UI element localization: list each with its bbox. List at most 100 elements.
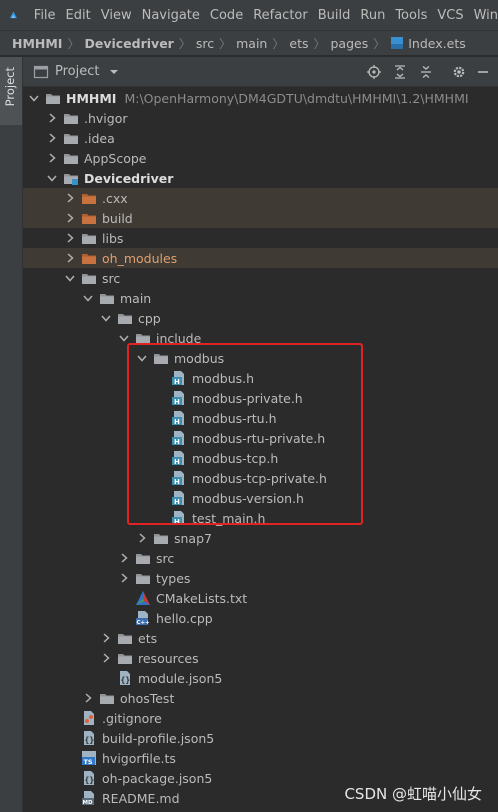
tree-row[interactable]: .gitignore [23, 708, 498, 728]
chevron-right-icon[interactable] [63, 231, 77, 245]
tree-row[interactable]: modbus [23, 348, 498, 368]
folder-icon [118, 314, 132, 324]
tree-row[interactable]: resources [23, 648, 498, 668]
breadcrumb-item[interactable]: src [196, 36, 214, 51]
tree-item-label: module.json5 [138, 670, 223, 686]
tree-row[interactable]: src [23, 548, 498, 568]
locate-icon[interactable] [366, 64, 382, 80]
breadcrumb-item[interactable]: main [236, 36, 267, 51]
menu-refactor[interactable]: Refactor [253, 8, 308, 23]
chevron-right-icon[interactable] [63, 211, 77, 225]
menu-navigate[interactable]: Navigate [142, 8, 200, 23]
tree-item-label: modbus-rtu.h [192, 410, 277, 426]
tree-row[interactable]: Hmodbus-version.h [23, 488, 498, 508]
breadcrumb: HMHMI 〉 Devicedriver 〉 src 〉 main 〉 ets … [0, 30, 498, 56]
ets-file-icon [391, 37, 404, 49]
project-tool-tab[interactable]: Project [0, 57, 22, 125]
chevron-right-icon[interactable] [63, 191, 77, 205]
tree-row[interactable]: C++ hello.cpp [23, 608, 498, 628]
spacer [63, 731, 77, 745]
tree-row[interactable]: main [23, 288, 498, 308]
tree-item-label: include [156, 330, 202, 346]
chevron-down-icon[interactable] [117, 331, 131, 345]
tree-row[interactable]: AppScope [23, 148, 498, 168]
chevron-down-icon[interactable] [109, 67, 119, 77]
tree-item-label: test_main.h [192, 510, 266, 526]
tree-row[interactable]: {} build-profile.json5 [23, 728, 498, 748]
tree-row[interactable]: Devicedriver [23, 168, 498, 188]
tree-row[interactable]: src [23, 268, 498, 288]
tree-row[interactable]: CMakeLists.txt [23, 588, 498, 608]
folder-icon [100, 694, 114, 704]
expand-all-icon[interactable] [392, 64, 408, 80]
chevron-down-icon[interactable] [135, 351, 149, 365]
breadcrumb-item[interactable]: pages [331, 36, 369, 51]
tree-row[interactable]: HMHMI M:\OpenHarmony\DM4GDTU\dmdtu\HMHMI\… [23, 88, 498, 108]
tree-row[interactable]: cpp [23, 308, 498, 328]
chevron-right-icon[interactable] [63, 251, 77, 265]
menu-run[interactable]: Run [360, 8, 385, 23]
chevron-down-icon[interactable] [63, 271, 77, 285]
breadcrumb-separator-icon: 〉 [373, 36, 386, 51]
chevron-right-icon[interactable] [45, 151, 59, 165]
breadcrumb-separator-icon: 〉 [272, 36, 285, 51]
tree-item-label: main [120, 290, 152, 306]
tree-row[interactable]: Hmodbus.h [23, 368, 498, 388]
tree-row[interactable]: Hmodbus-rtu.h [23, 408, 498, 428]
menu-edit[interactable]: Edit [66, 8, 91, 23]
tree-row[interactable]: TS hvigorfile.ts [23, 748, 498, 768]
folder-icon [64, 134, 78, 144]
spacer [63, 711, 77, 725]
breadcrumb-item[interactable]: ets [289, 36, 308, 51]
collapse-all-icon[interactable] [418, 64, 434, 80]
chevron-right-icon[interactable] [117, 571, 131, 585]
chevron-right-icon[interactable] [99, 651, 113, 665]
gear-icon[interactable] [451, 64, 467, 80]
header-file-icon: H [172, 371, 184, 386]
chevron-right-icon[interactable] [81, 691, 95, 705]
tree-row[interactable]: Hmodbus-private.h [23, 388, 498, 408]
spacer [153, 471, 167, 485]
tree-row[interactable]: oh_modules [23, 248, 498, 268]
tree-row[interactable]: Htest_main.h [23, 508, 498, 528]
folder-icon [100, 294, 114, 304]
tree-row[interactable]: .hvigor [23, 108, 498, 128]
panel-title[interactable]: Project [55, 64, 99, 79]
chevron-down-icon[interactable] [27, 91, 41, 105]
menu-build[interactable]: Build [318, 8, 351, 23]
menu-vcs[interactable]: VCS [437, 8, 463, 23]
minimize-icon[interactable] [475, 64, 491, 80]
menu-view[interactable]: View [101, 8, 132, 23]
chevron-right-icon[interactable] [45, 111, 59, 125]
tree-row[interactable]: types [23, 568, 498, 588]
tree-row[interactable]: ohosTest [23, 688, 498, 708]
breadcrumb-item[interactable]: Index.ets [408, 36, 466, 51]
menu-window[interactable]: Win [474, 8, 498, 23]
chevron-right-icon[interactable] [135, 531, 149, 545]
tree-row[interactable]: include [23, 328, 498, 348]
chevron-down-icon[interactable] [81, 291, 95, 305]
tree-row[interactable]: {} module.json5 [23, 668, 498, 688]
menu-tools[interactable]: Tools [395, 8, 427, 23]
tree-item-label: .gitignore [102, 710, 162, 726]
chevron-down-icon[interactable] [99, 311, 113, 325]
chevron-right-icon[interactable] [99, 631, 113, 645]
menu-file[interactable]: File [34, 8, 56, 23]
folder-icon [118, 634, 132, 644]
tree-row[interactable]: snap7 [23, 528, 498, 548]
tree-row[interactable]: .cxx [23, 188, 498, 208]
chevron-down-icon[interactable] [45, 171, 59, 185]
tree-row[interactable]: Hmodbus-rtu-private.h [23, 428, 498, 448]
chevron-right-icon[interactable] [45, 131, 59, 145]
tree-row[interactable]: .idea [23, 128, 498, 148]
breadcrumb-item[interactable]: HMHMI [12, 36, 62, 51]
tree-row[interactable]: ets [23, 628, 498, 648]
tree-row[interactable]: build [23, 208, 498, 228]
tree-row[interactable]: Hmodbus-tcp-private.h [23, 468, 498, 488]
breadcrumb-item[interactable]: Devicedriver [84, 36, 173, 51]
tree-row[interactable]: Hmodbus-tcp.h [23, 448, 498, 468]
chevron-right-icon[interactable] [117, 551, 131, 565]
project-panel-header: Project [23, 57, 498, 87]
menu-code[interactable]: Code [210, 8, 243, 23]
tree-row[interactable]: libs [23, 228, 498, 248]
